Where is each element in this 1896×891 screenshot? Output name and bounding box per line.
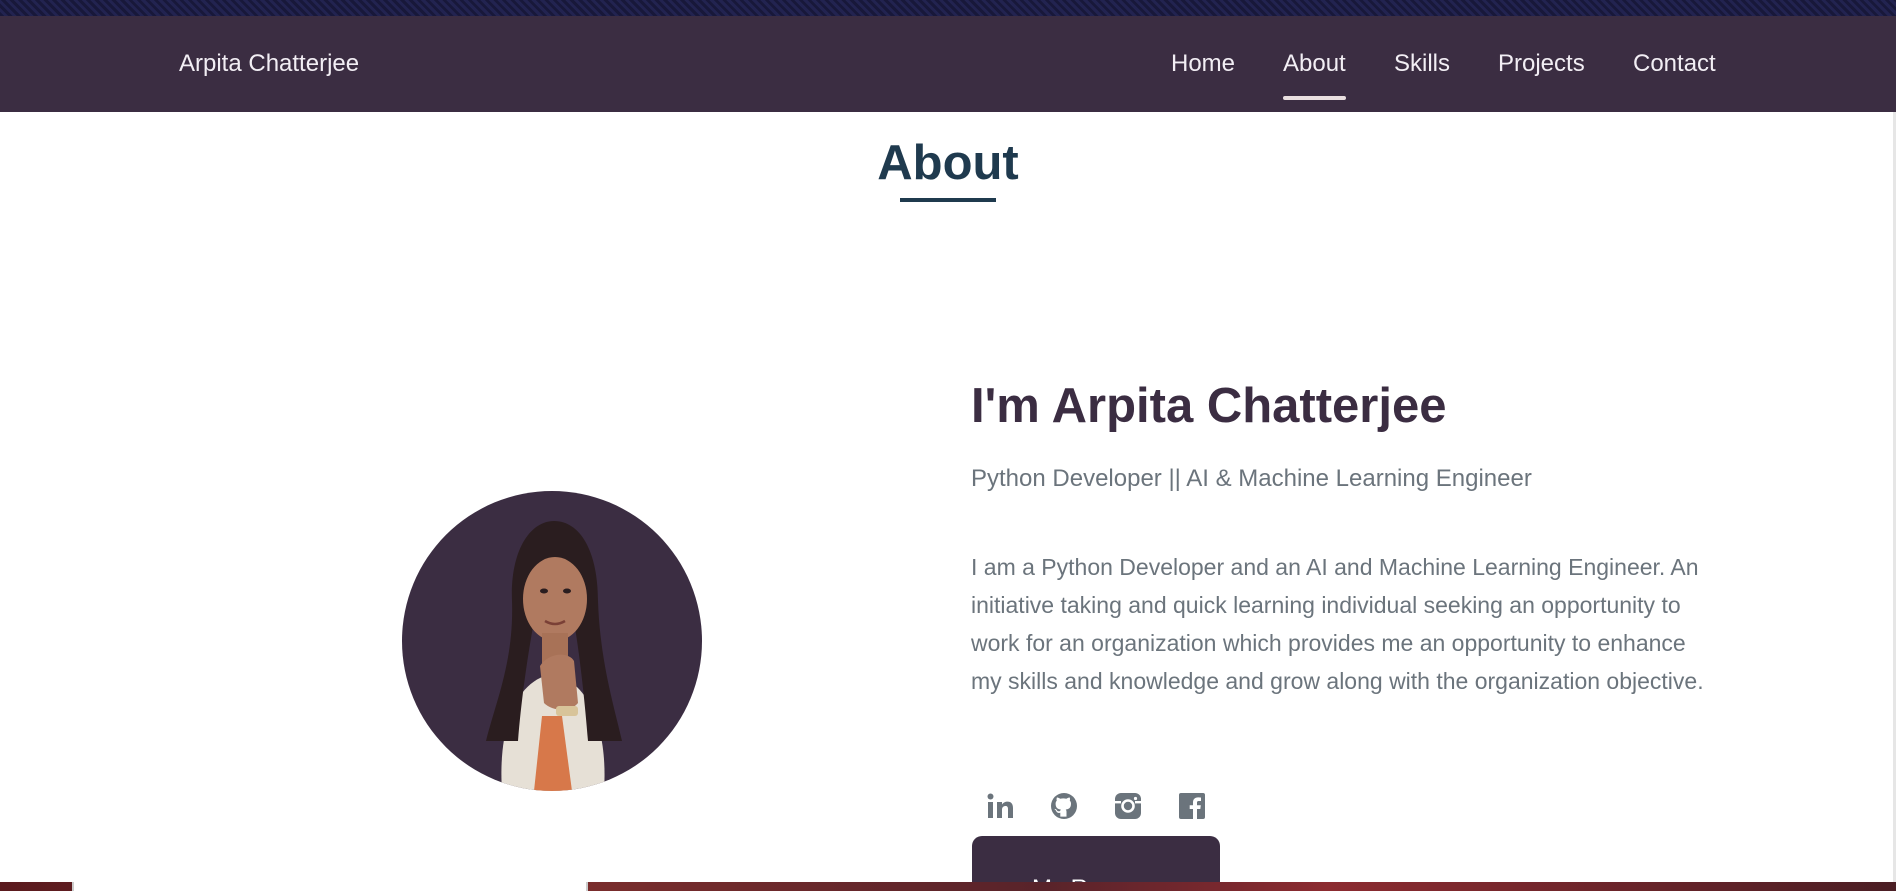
- nav-projects[interactable]: Projects: [1498, 50, 1585, 78]
- nav-about[interactable]: About: [1283, 50, 1346, 100]
- profile-photo-illustration: [486, 521, 622, 791]
- next-section-card-preview: [72, 882, 588, 891]
- github-icon[interactable]: [1050, 792, 1078, 820]
- nav-contact[interactable]: Contact: [1633, 50, 1716, 78]
- facebook-glyph: [1179, 793, 1205, 819]
- facebook-icon[interactable]: [1178, 792, 1206, 820]
- instagram-glyph: [1115, 793, 1141, 819]
- nav-home[interactable]: Home: [1171, 50, 1235, 78]
- profile-photo: [402, 491, 702, 791]
- linkedin-glyph: [987, 793, 1013, 818]
- linkedin-icon[interactable]: [986, 792, 1014, 820]
- github-glyph: [1051, 793, 1077, 819]
- title-underline: [900, 198, 996, 202]
- section-title: About: [877, 136, 1019, 190]
- nav-skills[interactable]: Skills: [1394, 50, 1450, 78]
- about-role: Python Developer || AI & Machine Learnin…: [971, 465, 1532, 492]
- about-heading: I'm Arpita Chatterjee: [971, 379, 1447, 433]
- navbar: Arpita Chatterjee Home About Skills Proj…: [0, 16, 1896, 112]
- instagram-icon[interactable]: [1114, 792, 1142, 820]
- nav-menu: Home About Skills Projects Contact: [0, 50, 1896, 110]
- top-decorative-strip: [0, 0, 1896, 16]
- about-bio: I am a Python Developer and an AI and Ma…: [971, 554, 1704, 694]
